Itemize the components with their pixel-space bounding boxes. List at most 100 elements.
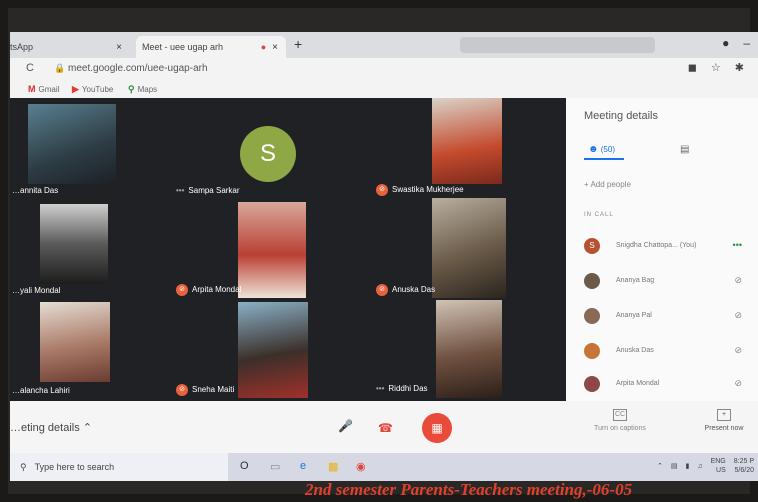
mic-off-icon: ⊘ [176,284,188,296]
camera-icon[interactable]: ◼ [688,61,697,74]
people-icon: ☻ [588,144,599,155]
taskbar-app-icon[interactable]: ▭ [270,460,280,473]
participant-video [40,302,110,382]
bookmark-maps[interactable]: ⚲ Maps [128,84,157,95]
url-input[interactable]: meet.google.com/uee-ugap-arh [68,63,208,74]
participant-name: …yali Mondal [12,286,61,295]
camera-off-icon: ▦ [431,421,443,435]
avatar [584,273,600,289]
caption-banner: 2nd semester Parents-Teachers meeting,-0… [305,480,633,499]
participant-tile[interactable]: ••• Riddhi Das [370,298,566,401]
add-people-button[interactable]: + Add people [584,180,631,189]
bookmark-label: YouTube [81,85,114,94]
participant-video [238,302,308,398]
new-tab-button[interactable]: + [294,36,302,52]
participant-row[interactable]: Anuska Das ⊘ [584,343,754,359]
meeting-details-toggle[interactable]: …eting details ⌃ [10,421,92,434]
participant-video [432,98,502,184]
participant-row[interactable]: Ananya Bag ⊘ [584,273,754,289]
more-options-icon[interactable]: ••• [376,384,384,393]
participant-video [436,300,502,398]
bookmark-gmail[interactable]: M Gmail [28,84,59,94]
participant-row[interactable]: Ananya Pal ⊘ [584,308,754,324]
close-icon[interactable]: × [116,42,122,53]
chrome-icon[interactable]: ◉ [356,460,366,473]
microphone-icon[interactable]: 🎤 [338,419,353,433]
task-view-icon[interactable]: O [240,460,249,472]
minimize-icon[interactable]: – [743,36,750,50]
in-call-label: IN CALL [584,212,614,218]
captions-label: Turn on captions [594,425,646,432]
reload-icon[interactable]: C [26,62,34,74]
present-now-button[interactable]: + Present now [692,409,756,432]
network-icon[interactable]: ▤ [671,462,678,470]
browser-tab-bar: tsApp × Meet - uee ugap arh ● × + ● – [10,32,758,58]
tray-overflow-icon[interactable]: ⌃ [657,462,663,470]
profile-icon[interactable]: ● [722,36,729,50]
participant-video [28,104,116,184]
participant-video [432,198,506,298]
address-bar: C 🔒 meet.google.com/uee-ugap-arh ◼ ☆ ✱ [10,58,758,80]
meeting-controls-bar: …eting details ⌃ 🎤 ☎ ▦ CC Turn on captio… [10,401,758,453]
participant-name: Ananya Pal [616,312,652,319]
participant-tile[interactable]: ⊘ Anuska Das [370,198,566,298]
captions-button[interactable]: CC Turn on captions [582,409,658,432]
participant-name: …annita Das [12,186,59,195]
present-label: Present now [704,425,744,432]
participant-tile[interactable]: ⊘ Arpita Mondal [170,198,370,298]
participant-video [40,204,108,284]
participant-name: …alancha Lahiri [12,386,70,395]
camera-off-button[interactable]: ▦ [422,413,452,443]
star-icon[interactable]: ☆ [711,61,721,74]
participant-row[interactable]: Arpita Mondal ⊘ [584,376,754,392]
extensions-strip [460,37,655,53]
more-options-icon[interactable]: ••• [733,240,742,250]
participant-row[interactable]: S Snigdha Chattopa... (You) ••• [584,238,754,254]
more-options-icon[interactable]: ••• [176,186,184,195]
taskbar-search[interactable]: ⚲ Type here to search [10,453,228,481]
participant-tile[interactable]: …yali Mondal [10,198,170,298]
language-indicator[interactable]: ENG US [711,457,726,475]
avatar [584,308,600,324]
tab-people[interactable]: ☻ (50) [588,144,615,155]
participant-tile[interactable]: …annita Das [10,98,170,198]
participant-name: Snigdha Chattopa... (You) [616,242,697,249]
edge-icon[interactable]: e [300,460,306,472]
participant-tile[interactable]: …alancha Lahiri [10,298,170,401]
participant-name: Anuska Das [616,347,654,354]
participant-name: Ananya Bag [616,277,655,284]
present-icon: + [717,409,731,421]
participant-video [238,202,306,298]
tab-meet[interactable]: Meet - uee ugap arh ● × [136,36,286,58]
region-label: US [716,467,726,474]
system-tray: ⌃ ▤ ▮ ♫ ENG US 8:25 P 5/6/20 [657,457,754,475]
maps-pin-icon: ⚲ [128,84,135,94]
close-icon[interactable]: × [272,42,278,53]
bookmark-youtube[interactable]: ▶ YouTube [72,84,113,95]
mic-off-icon: ⊘ [734,310,742,320]
participant-name: Riddhi Das [388,384,428,393]
avatar: S [240,126,296,182]
participant-name: Swastika Mukherjee [392,185,464,195]
active-tab-indicator [584,158,624,160]
file-explorer-icon[interactable]: ▩ [328,460,338,473]
mic-off-icon: ⊘ [376,184,388,196]
clock[interactable]: 8:25 P 5/6/20 [734,457,754,475]
captions-icon: CC [613,409,627,421]
tab-whatsapp[interactable]: tsApp × [10,36,130,58]
mic-off-icon: ⊘ [376,284,388,296]
battery-icon[interactable]: ▮ [685,462,689,470]
tab-chat[interactable]: ▤ [680,144,689,155]
participant-name: Anuska Das [392,285,436,295]
avatar [584,343,600,359]
youtube-icon: ▶ [72,84,79,94]
mic-off-icon: ⊘ [734,378,742,388]
participant-tile[interactable]: ⊘ Swastika Mukherjee [370,98,566,198]
avatar [584,376,600,392]
bookmark-label: Maps [137,85,158,94]
volume-icon[interactable]: ♫ [697,463,702,470]
hang-up-button[interactable]: ☎ [378,421,393,435]
participant-tile[interactable]: ⊘ Sneha Maiti [170,298,370,401]
lock-icon: 🔒 [54,63,66,73]
extension-icon[interactable]: ✱ [735,61,744,74]
